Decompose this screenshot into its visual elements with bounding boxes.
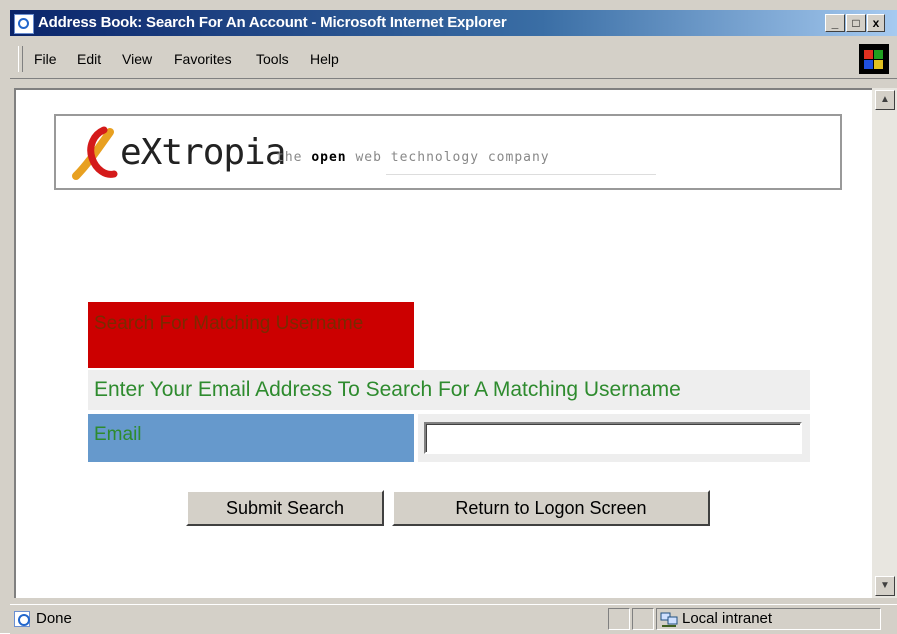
form-instructions: Enter Your Email Address To Search For A…	[88, 370, 810, 410]
status-text: Done	[36, 610, 72, 627]
ie-icon	[14, 14, 34, 34]
scroll-up-icon[interactable]: ▲	[875, 90, 895, 110]
status-bar: Done Local intranet	[10, 604, 897, 634]
page-done-icon	[14, 611, 30, 627]
window-title: Address Book: Search For An Account - Mi…	[38, 14, 507, 31]
minimize-button[interactable]: _	[825, 14, 845, 32]
scroll-down-icon[interactable]: ▼	[875, 576, 895, 596]
windows-logo-icon	[859, 44, 889, 74]
extropia-banner: eXtropia the open web technology company	[54, 114, 842, 190]
intranet-icon	[660, 612, 678, 627]
menu-edit[interactable]: Edit	[77, 51, 101, 67]
email-cell	[418, 414, 810, 462]
menu-file[interactable]: File	[34, 51, 57, 67]
security-zone: Local intranet	[682, 610, 773, 627]
email-input[interactable]	[424, 422, 802, 454]
menu-help[interactable]: Help	[310, 51, 339, 67]
email-label: Email	[88, 414, 414, 462]
toolbar-grip[interactable]	[18, 46, 23, 72]
page-content: eXtropia the open web technology company…	[14, 88, 872, 598]
status-pane-1	[608, 608, 630, 630]
close-button[interactable]: x	[867, 14, 885, 32]
extropia-logo-icon	[72, 126, 118, 180]
menu-tools[interactable]: Tools	[256, 51, 289, 67]
menu-bar: File Edit View Favorites Tools Help	[10, 40, 897, 79]
title-bar: Address Book: Search For An Account - Mi…	[10, 10, 897, 36]
menu-view[interactable]: View	[122, 51, 152, 67]
tagline-underline	[386, 174, 656, 175]
maximize-button[interactable]: □	[846, 14, 866, 32]
status-pane-2	[632, 608, 654, 630]
brand-tagline: the open web technology company	[276, 150, 550, 165]
menu-favorites[interactable]: Favorites	[174, 51, 232, 67]
vertical-scrollbar[interactable]: ▲ ▼	[872, 88, 897, 598]
brand-name: eXtropia	[120, 132, 286, 173]
browser-window: Address Book: Search For An Account - Mi…	[0, 0, 897, 634]
return-logon-button[interactable]: Return to Logon Screen	[392, 490, 710, 526]
form-header: Search For Matching Username	[88, 302, 414, 368]
submit-search-button[interactable]: Submit Search	[186, 490, 384, 526]
